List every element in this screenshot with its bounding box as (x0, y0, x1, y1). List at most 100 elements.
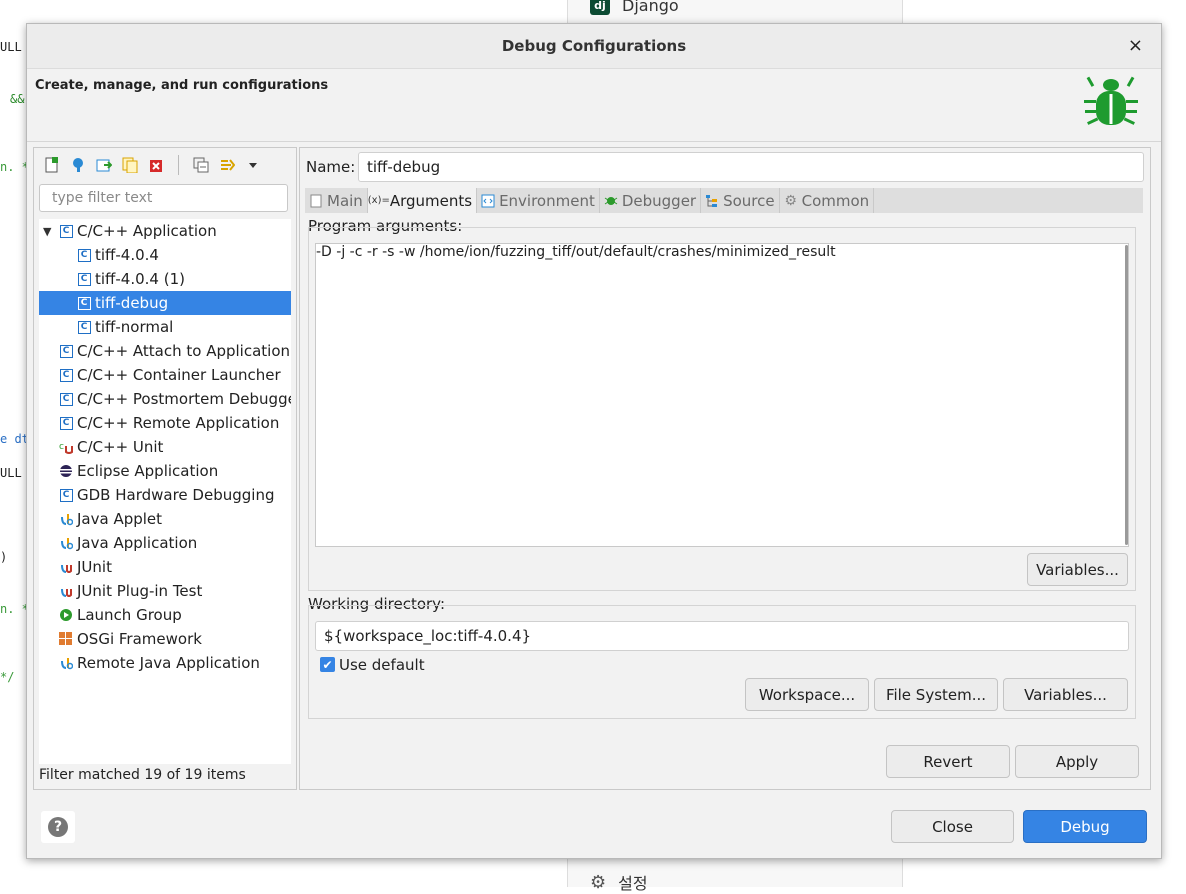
program-arguments-group: -D -j -c -r -s -w /home/ion/fuzzing_tiff… (308, 227, 1136, 591)
bug-icon (1084, 76, 1138, 125)
tab-source[interactable]: Source (701, 188, 780, 213)
debug-configurations-dialog: Debug Configurations × Create, manage, a… (26, 23, 1162, 859)
code-snippet: && (10, 92, 25, 106)
debugger-tab-icon (604, 194, 618, 208)
wd-variables-button[interactable]: Variables... (1003, 678, 1128, 711)
dialog-header: Create, manage, and run configurations (27, 69, 1161, 142)
tree-item[interactable]: C C/C++ Attach to Application (39, 339, 291, 363)
tree-item[interactable]: Eclipse Application (39, 459, 291, 483)
new-configuration-icon[interactable] (42, 155, 62, 175)
code-snippet: ULL (0, 40, 22, 54)
delete-configuration-icon[interactable] (146, 155, 166, 175)
name-field[interactable] (358, 152, 1144, 182)
dialog-title: Debug Configurations (501, 37, 687, 55)
tree-item[interactable]: c C/C++ Unit (39, 435, 291, 459)
tree-item[interactable]: C C/C++ Container Launcher (39, 363, 291, 387)
tree-item-label: Launch Group (77, 606, 182, 624)
new-prototype-icon[interactable] (68, 155, 88, 175)
tree-item-label: GDB Hardware Debugging (77, 486, 275, 504)
tab-arguments[interactable]: (x)= Arguments (367, 188, 478, 213)
settings-label: 설정 (618, 874, 648, 893)
filter-configurations-icon[interactable] (217, 155, 237, 175)
tree-item-label: Eclipse Application (77, 462, 219, 480)
program-arguments-field[interactable]: -D -j -c -r -s -w /home/ion/fuzzing_tiff… (315, 243, 1129, 547)
tab-label: Debugger (621, 191, 697, 210)
tree-item[interactable]: Ctiff-debug (39, 291, 291, 315)
tab-label: Arguments (389, 191, 473, 210)
filter-status: Filter matched 19 of 19 items (39, 767, 246, 783)
tree-item[interactable]: Java Applet (39, 507, 291, 531)
osgi-icon (59, 632, 73, 646)
dialog-titlebar: Debug Configurations × (27, 24, 1161, 69)
file-system-button[interactable]: File System... (874, 678, 998, 711)
help-icon: ? (48, 817, 68, 837)
collapse-all-icon[interactable] (191, 155, 211, 175)
variables-button[interactable]: Variables... (1027, 553, 1128, 586)
duplicate-configuration-icon[interactable] (120, 155, 140, 175)
tab-debugger[interactable]: Debugger (600, 188, 702, 213)
tree-item[interactable]: C C/C++ Remote Application (39, 411, 291, 435)
vertical-scrollbar[interactable] (1125, 245, 1128, 545)
tree-item[interactable]: ▼ C C/C++ Application (39, 219, 291, 243)
tree-item-label: tiff-normal (95, 318, 174, 336)
c-app-icon: C (77, 272, 91, 286)
revert-button[interactable]: Revert (886, 745, 1010, 778)
tree-item[interactable]: C C/C++ Postmortem Debugge (39, 387, 291, 411)
tree-item-label: tiff-4.0.4 (95, 246, 159, 264)
apply-button[interactable]: Apply (1015, 745, 1139, 778)
name-label: Name: (306, 158, 356, 176)
tree-item[interactable]: JUnit Plug-in Test (39, 579, 291, 603)
tab-label: Environment (499, 191, 595, 210)
java-icon (59, 512, 73, 526)
code-snippet: */ (0, 670, 15, 684)
tab-label: Common (801, 191, 870, 210)
close-button[interactable]: Close (891, 810, 1014, 843)
c-app-icon: C (77, 320, 91, 334)
c-app-icon: C (59, 224, 73, 238)
tree-item[interactable]: Remote Java Application (39, 651, 291, 675)
working-directory-group: ✔ Use default Workspace... File System..… (308, 605, 1136, 719)
tree-item-label: tiff-debug (95, 294, 169, 312)
tree-item[interactable]: Launch Group (39, 603, 291, 627)
use-default-checkbox[interactable]: ✔ (320, 657, 335, 672)
code-snippet: n. * (0, 160, 29, 174)
tree-item[interactable]: Ctiff-4.0.4 (1) (39, 267, 291, 291)
close-icon[interactable]: × (1128, 35, 1143, 56)
help-button[interactable]: ? (41, 811, 75, 843)
code-snippet: e dt (0, 432, 29, 446)
tree-item-label: C/C++ Attach to Application (77, 342, 291, 360)
working-directory-field[interactable] (315, 621, 1129, 651)
tab-environment[interactable]: Environment (477, 188, 600, 213)
tree-item[interactable]: Ctiff-normal (39, 315, 291, 339)
tree-item-label: JUnit (77, 558, 112, 576)
expand-caret-icon[interactable]: ▼ (43, 225, 53, 238)
c-app-icon: C (59, 488, 73, 502)
background-settings-item: ⚙ 설정 (590, 870, 648, 894)
tree-item-label: C/C++ Unit (77, 438, 164, 456)
tree-item[interactable]: JUnit (39, 555, 291, 579)
toolbar-separator (178, 155, 179, 175)
tree-item-label: C/C++ Container Launcher (77, 366, 281, 384)
arguments-tab-icon: (x)= (367, 195, 390, 206)
export-configuration-icon[interactable] (94, 155, 114, 175)
tree-item[interactable]: OSGi Framework (39, 627, 291, 651)
filter-input[interactable] (39, 184, 288, 212)
configurations-panel: ▼CC/C++ ApplicationCtiff-4.0.4Ctiff-4.0.… (33, 147, 297, 790)
tree-item-label: Java Applet (77, 510, 163, 528)
environment-tab-icon (481, 194, 495, 208)
workspace-button[interactable]: Workspace... (745, 678, 869, 711)
tree-item[interactable]: C GDB Hardware Debugging (39, 483, 291, 507)
tab-common[interactable]: ⚙ Common (780, 188, 875, 213)
source-tab-icon (705, 194, 719, 208)
tree-item[interactable]: Java Application (39, 531, 291, 555)
configurations-toolbar (42, 152, 263, 178)
c-unit-icon: c (59, 440, 73, 454)
svg-text:c: c (59, 442, 64, 452)
use-default-label: Use default (339, 656, 425, 674)
tab-main[interactable]: Main (305, 188, 368, 213)
chevron-down-icon[interactable] (243, 155, 263, 175)
tree-item[interactable]: Ctiff-4.0.4 (39, 243, 291, 267)
debug-button[interactable]: Debug (1023, 810, 1147, 843)
c-app-icon: C (77, 296, 91, 310)
common-tab-icon: ⚙ (784, 192, 797, 209)
